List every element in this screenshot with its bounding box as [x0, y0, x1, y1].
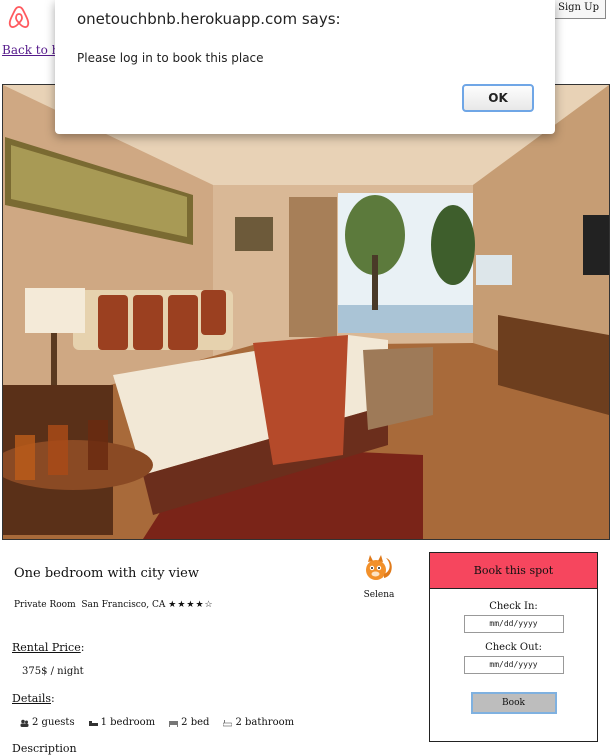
booking-header: Book this spot — [430, 553, 597, 589]
details-list: 2 guests 1 bedroom 2 bed 2 bathroom — [20, 717, 294, 728]
detail-bathroom: 2 bathroom — [223, 717, 294, 728]
booking-panel: Book this spot Check In: mm/dd/yyyy Chec… — [429, 552, 598, 742]
book-button[interactable]: Book — [470, 692, 557, 714]
rental-price-heading: Rental Price: — [12, 641, 85, 654]
host-name: Selena — [363, 590, 395, 600]
star-rating: ★★★★☆ — [168, 600, 214, 610]
details-heading: Details: — [12, 692, 55, 705]
check-in-date-input[interactable]: mm/dd/yyyy — [463, 615, 564, 633]
listing-title: One bedroom with city view — [14, 566, 199, 581]
bathroom-icon — [223, 719, 233, 726]
listing-meta: Private Room San Francisco, CA ★★★★☆ — [14, 600, 214, 610]
detail-guests: 2 guests — [20, 717, 75, 728]
dialog-title: onetouchbnb.herokuapp.com says: — [77, 10, 341, 28]
room-type: Private Room — [14, 600, 76, 610]
guests-icon — [20, 719, 29, 727]
ok-button[interactable]: OK — [462, 84, 534, 112]
bedroom-icon — [88, 720, 98, 726]
dialog-message: Please log in to book this place — [77, 51, 264, 65]
host-avatar — [362, 552, 396, 586]
listing-city: San Francisco, CA — [81, 600, 166, 610]
alert-dialog: onetouchbnb.herokuapp.com says: Please l… — [55, 0, 555, 134]
check-out-label: Check Out: — [485, 642, 542, 653]
description-heading: Description — [12, 742, 77, 755]
host-card[interactable]: Selena — [360, 552, 398, 600]
check-in-label: Check In: — [489, 601, 538, 612]
price-value: 375$ / night — [22, 666, 84, 677]
check-out-date-input[interactable]: mm/dd/yyyy — [463, 656, 564, 674]
sign-up-button[interactable]: Sign Up — [551, 0, 606, 19]
detail-bed: 2 bed — [169, 717, 209, 728]
bed-icon — [169, 720, 179, 727]
detail-bedroom: 1 bedroom — [88, 717, 155, 728]
listing-photo — [2, 84, 610, 540]
airbnb-logo-icon[interactable] — [6, 4, 32, 30]
